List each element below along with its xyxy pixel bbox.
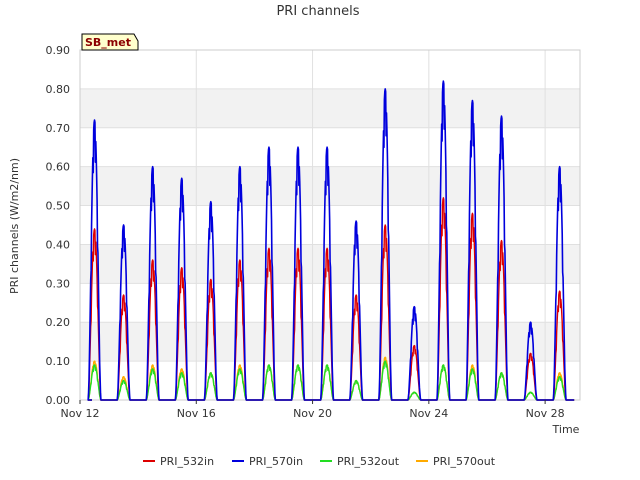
site-badge: SB_met — [81, 33, 139, 51]
legend-label: PRI_532out — [337, 455, 400, 468]
legend-label: PRI_570in — [249, 455, 303, 468]
x-tick-label: Nov 20 — [293, 407, 332, 420]
pri-chart: PRI channels 0.00 0.10 0.20 0.30 0.40 0.50 0.6… — [8, 4, 581, 468]
grid-band — [80, 88, 580, 128]
y-tick-label: 0.30 — [46, 277, 71, 290]
y-tick-label: 0.20 — [46, 316, 71, 329]
y-tick-label: 0.80 — [46, 83, 71, 96]
legend-label: PRI_570out — [433, 455, 496, 468]
x-axis-label: Time — [552, 423, 580, 436]
legend-label: PRI_532in — [160, 455, 214, 468]
y-tick-label: 0.50 — [46, 200, 71, 213]
x-tick-label: Nov 16 — [177, 407, 216, 420]
y-tick-label: 0.10 — [46, 355, 71, 368]
y-tick-label: 0.70 — [46, 122, 71, 135]
y-axis-label: PRI channels (W/m2/nm) — [8, 158, 21, 294]
x-tick-label: Nov 28 — [526, 407, 565, 420]
site-badge-text: SB_met — [85, 36, 131, 49]
y-tick-label: 0.40 — [46, 238, 71, 251]
x-tick-label: Nov 24 — [409, 407, 448, 420]
x-tick-label: Nov 12 — [61, 407, 100, 420]
legend: PRI_532in PRI_570in PRI_532out PRI_570out — [143, 455, 496, 468]
y-tick-label: 0.90 — [46, 44, 71, 57]
x-axis-ticks: Nov 12 Nov 16 Nov 20 Nov 24 Nov 28 — [61, 400, 565, 420]
y-tick-label: 0.60 — [46, 161, 71, 174]
y-tick-label: 0.00 — [46, 394, 71, 407]
y-axis-ticks: 0.00 0.10 0.20 0.30 0.40 0.50 0.60 0.70 0.80 0.90 — [46, 44, 71, 407]
chart-title: PRI channels — [276, 4, 359, 19]
